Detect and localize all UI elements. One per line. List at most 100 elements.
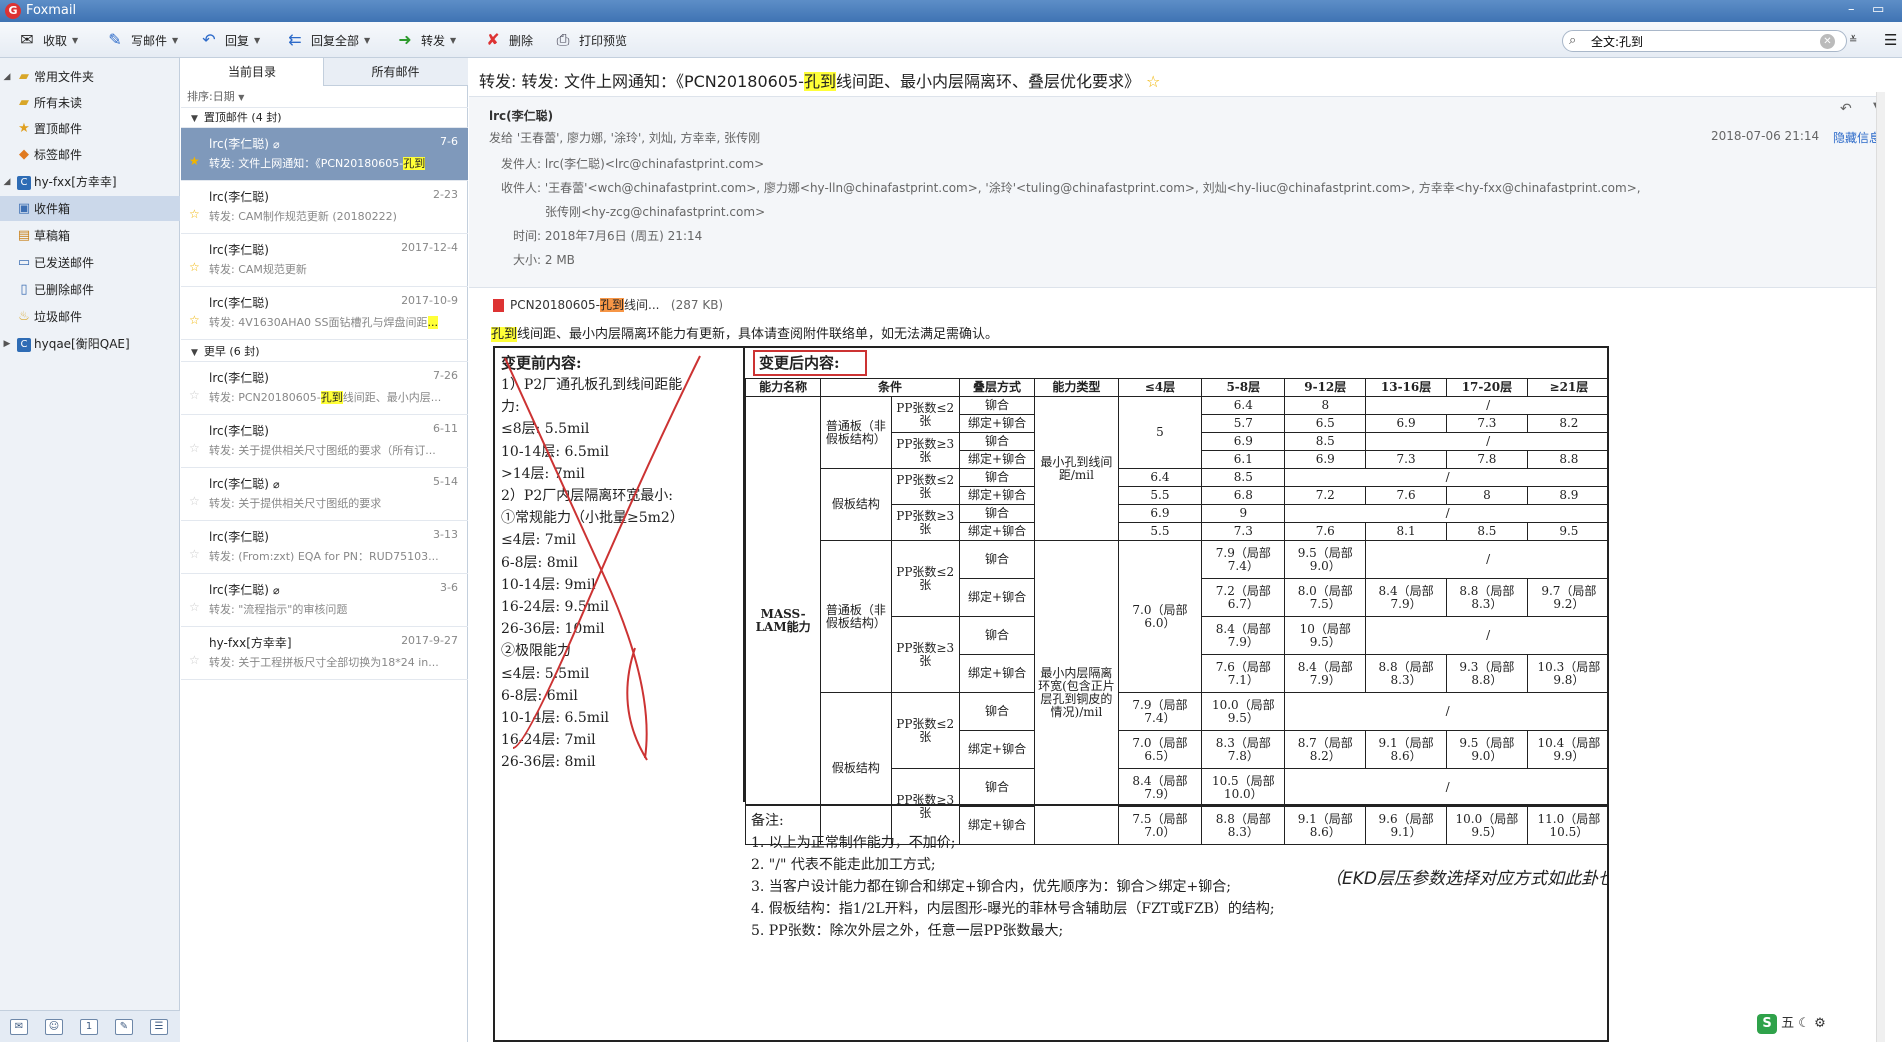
chevron-down-icon[interactable]: ▼	[450, 36, 456, 45]
list-item[interactable]: ★ lrc(李仁聪) ⌀ 7-6 转发: 文件上网通知：《PCN20180605-…	[181, 128, 468, 181]
folder-junk[interactable]: ♨ 垃圾邮件	[0, 304, 180, 329]
tab-current-folder[interactable]: 当前目录	[181, 58, 324, 86]
chevron-down-icon[interactable]: ▼	[172, 36, 178, 45]
reading-pane: 转发: 转发: 文件上网通知：《PCN20180605-孔到线间距、最小内层隔离…	[469, 58, 1902, 1042]
reply-button[interactable]: ↶ 回复 ▼	[198, 28, 260, 52]
group-header-earlier[interactable]: ▼ 更早 (6 封)	[181, 342, 468, 362]
chevron-down-icon[interactable]: ▼	[364, 36, 370, 45]
search-icon: ⌕	[1569, 33, 1577, 48]
folder-pinned[interactable]: ★ 置顶邮件	[0, 116, 180, 141]
star-icon[interactable]: ☆	[189, 260, 200, 274]
folder-tagged[interactable]: ◆ 标签邮件	[0, 142, 180, 167]
tab-all-mail[interactable]: 所有邮件	[324, 58, 467, 86]
list-item[interactable]: ☆ lrc(李仁聪) 2-23 转发: CAM制作规范更新 (20180222)	[181, 181, 468, 234]
star-icon[interactable]: ☆	[189, 653, 200, 667]
value-cell: 6.9	[1117, 504, 1203, 523]
value-cell: 7.6	[1284, 522, 1367, 541]
folder-deleted[interactable]: ▯ 已删除邮件	[0, 277, 180, 302]
search-box[interactable]: ⌕ ✕	[1562, 30, 1847, 52]
star-icon[interactable]: ☆	[189, 207, 200, 221]
list-item[interactable]: ☆ hy-fxx[方幸幸] 2017-9-27 转发: 关于工程拼板尺寸全部切换…	[181, 627, 468, 680]
attachment-icon: ⌀	[272, 138, 280, 151]
reply-icon[interactable]: ↶	[1840, 101, 1852, 117]
list-item-date: 2017-10-9	[401, 294, 458, 307]
group-header-pinned[interactable]: ▼ 置顶邮件 (4 封)	[181, 108, 468, 128]
star-icon[interactable]: ★	[189, 154, 200, 168]
folder-pane: ◢ ▰ 常用文件夹 ▰ 所有未读 ★ 置顶邮件 ◆ 标签邮件 ◢ Chy-fxx[方幸幸] …	[0, 58, 180, 1010]
search-options-dropdown[interactable]: ≚	[1849, 28, 1857, 52]
folder-inbox[interactable]: ▣ 收件箱	[0, 196, 180, 221]
chevron-down-icon[interactable]: ▼	[254, 36, 260, 45]
contacts-icon[interactable]: ☺	[45, 1019, 63, 1035]
to-value-cont[interactable]: 张传刚<hy-zcg@chinafastprint.com>	[545, 203, 765, 220]
search-input[interactable]	[1591, 34, 1811, 49]
maximize-button[interactable]: ▭	[1872, 2, 1884, 17]
sender-name[interactable]: lrc(李仁聪)	[489, 107, 553, 124]
mail-datetime: 2018-07-06 21:14	[1711, 129, 1820, 143]
folder-drafts[interactable]: ▤ 草稿箱	[0, 223, 180, 248]
reply-all-button[interactable]: ⇇ 回复全部 ▼	[284, 28, 370, 52]
table-row: 普通板（非假板结构） PP张数≤2张 铆合 最小内层隔离环宽(包含正片层孔到铜皮…	[746, 540, 1607, 845]
forward-button[interactable]: ➜ 转发 ▼	[394, 28, 456, 52]
list-item[interactable]: ☆ lrc(李仁聪) 2017-10-9 转发: 4V1630AHA0 SS面钻…	[181, 287, 468, 340]
ime-moon-icon[interactable]: ☾	[1798, 1016, 1810, 1031]
folder-icon: ▰	[19, 95, 29, 110]
folder-all-unread[interactable]: ▰ 所有未读	[0, 90, 180, 115]
star-icon[interactable]: ☆	[189, 600, 200, 614]
star-icon[interactable]: ☆	[189, 494, 200, 508]
subject-text: 转发: 转发: 文件上网通知：《PCN20180605-	[479, 72, 804, 91]
star-icon[interactable]: ☆	[189, 388, 200, 402]
list-item[interactable]: ☆ lrc(李仁聪) 6-11 转发: 关于提供相关尺寸图纸的要求（所有订...	[181, 415, 468, 468]
rss-icon[interactable]: ☰	[150, 1019, 168, 1035]
ime-logo-icon[interactable]: S	[1757, 1014, 1777, 1034]
list-item[interactable]: ☆ lrc(李仁聪) 2017-12-4 转发: CAM规范更新	[181, 234, 468, 287]
sort-dropdown[interactable]: 排序:日期 ▼	[181, 86, 468, 108]
minimize-button[interactable]: –	[1848, 2, 1855, 17]
account-hy-fxx[interactable]: ◢ Chy-fxx[方幸幸]	[0, 169, 180, 194]
star-icon[interactable]: ☆	[189, 547, 200, 561]
notes-icon[interactable]: ✎	[115, 1019, 133, 1035]
list-item[interactable]: ☆ lrc(李仁聪) 3-13 转发: (From:zxt) EQA for P…	[181, 521, 468, 574]
mail-icon[interactable]: ✉	[10, 1019, 28, 1035]
list-item[interactable]: ☆ lrc(李仁聪) ⌀ 5-14 转发: 关于提供相关尺寸图纸的要求	[181, 468, 468, 521]
star-icon[interactable]: ☆	[189, 441, 200, 455]
list-item-date: 2017-12-4	[401, 241, 458, 254]
compose-button[interactable]: ✎ 写邮件 ▼	[104, 28, 178, 52]
account-hyqae[interactable]: ▶ Chyqae[衡阳QAE]	[0, 331, 180, 356]
folder-sent[interactable]: ▭ 已发送邮件	[0, 250, 180, 275]
header-cell: 条件	[820, 378, 960, 397]
value-cell: 6.4	[1117, 468, 1203, 487]
collapse-arrow-icon[interactable]: ◢	[0, 177, 14, 187]
capability-table: 能力名称 条件 叠层方式 能力类型 ≤4层 5-8层 9-12层 13-16层 …	[744, 378, 1607, 845]
handwritten-note: （EKD层压参数选择对应方式如此卦也需有其要求）	[1325, 869, 1609, 889]
folder-common[interactable]: ◢ ▰ 常用文件夹	[0, 64, 180, 89]
ime-mode-label[interactable]: 五	[1781, 1016, 1794, 1031]
from-value[interactable]: lrc(李仁聪)<lrc@chinafastprint.com>	[545, 157, 764, 171]
reply-all-icon: ⇇	[288, 30, 302, 49]
hide-info-link[interactable]: 隐藏信息	[1833, 129, 1881, 146]
calendar-icon[interactable]: 1	[80, 1019, 98, 1035]
ime-status-bar: S 五 ☾ ⚙	[1757, 1012, 1902, 1040]
delete-button[interactable]: ✘ 删除	[482, 28, 533, 52]
value-cell: 7.3	[1445, 414, 1528, 433]
from-label: 发件人:	[501, 157, 542, 171]
star-icon[interactable]: ☆	[1146, 72, 1160, 91]
attachment-item[interactable]: PCN20180605-孔到线间... (287 KB)	[493, 296, 723, 313]
stack-cell: 绑定+铆合	[958, 522, 1036, 541]
attachment-icon: ⌀	[272, 478, 280, 491]
collapse-arrow-icon[interactable]: ◢	[0, 72, 14, 82]
vertical-scrollbar[interactable]	[1876, 92, 1885, 1042]
star-icon[interactable]: ☆	[189, 313, 200, 327]
condition-cell: 假板结构	[820, 468, 892, 541]
list-item[interactable]: ☆ lrc(李仁聪) ⌀ 3-6 转发: "流程指示"的审核问题	[181, 574, 468, 627]
receive-button[interactable]: ✉ 收取 ▼	[16, 28, 78, 52]
value-cell: 6.1	[1201, 450, 1286, 469]
menu-icon[interactable]: ☰	[1884, 28, 1897, 52]
to-value[interactable]: '王春蕾'<wch@chinafastprint.com>, 廖力娜<hy-ll…	[545, 181, 1641, 195]
print-preview-button[interactable]: ⎙ 打印预览	[552, 28, 627, 52]
expand-arrow-icon[interactable]: ▶	[0, 339, 14, 349]
ime-settings-icon[interactable]: ⚙	[1814, 1016, 1826, 1031]
list-item[interactable]: ☆ lrc(李仁聪) 7-26 转发: PCN20180605-孔到线间距、最小…	[181, 362, 468, 415]
chevron-down-icon[interactable]: ▼	[72, 36, 78, 45]
clear-search-icon[interactable]: ✕	[1820, 34, 1835, 49]
